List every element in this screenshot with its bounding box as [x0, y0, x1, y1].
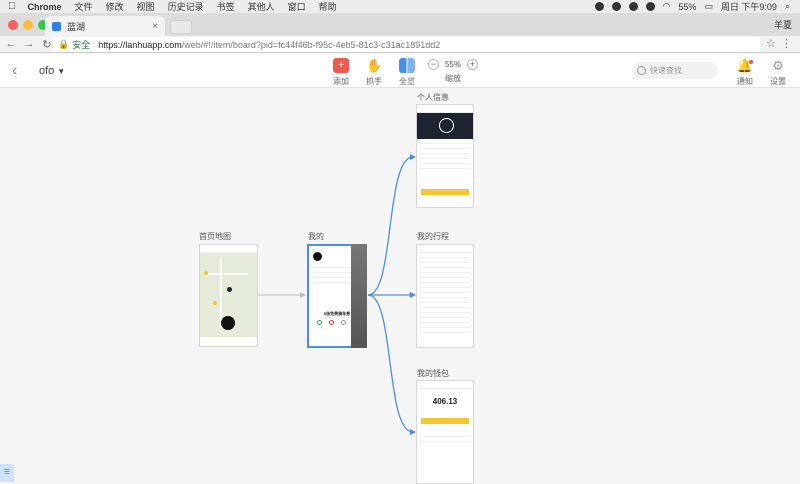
menu-app[interactable]: Chrome — [28, 2, 62, 12]
profile-name[interactable]: 羊夏 — [774, 18, 792, 31]
address-bar[interactable]: 🔒 安全 https://lanhuapp.com /web/#!/item/b… — [52, 37, 760, 52]
quick-search-input[interactable]: 快速查找 — [632, 62, 718, 79]
settings-button[interactable]: ⚙ 设置 — [765, 58, 791, 87]
plus-square-icon: + — [333, 58, 349, 73]
board-label-my-wallet: 我的钱包 — [417, 369, 449, 378]
fit-label: 全览 — [399, 77, 415, 86]
mac-menubar:  Chrome 文件 修改 视图 历史记录 书签 其他人 窗口 帮助 ◠ 55… — [0, 0, 800, 13]
notify-label: 通知 — [737, 77, 753, 86]
menu-history[interactable]: 历史记录 — [168, 0, 204, 13]
tab-title: 蓝湖 — [67, 21, 86, 32]
search-placeholder: 快速查找 — [650, 66, 682, 75]
link-arrowhead — [300, 292, 306, 298]
status-icon[interactable] — [611, 2, 621, 11]
board-label-mine: 我的 — [308, 232, 324, 241]
url-host: https://lanhuapp.com — [98, 39, 182, 50]
browser-tab[interactable]: 蓝湖 × — [45, 16, 165, 36]
mini-yellow-button — [421, 418, 469, 424]
artboard-my-trips[interactable] — [416, 244, 474, 348]
artboard-header — [417, 245, 473, 253]
url-path: /web/#!/item/board?pid=fc44f46b-f95c-4eb… — [181, 39, 441, 50]
secure-label: 安全 — [72, 40, 91, 50]
add-button[interactable]: + 添加 — [326, 58, 356, 87]
zoom-out-button[interactable]: − — [428, 59, 439, 70]
corner-tab[interactable]: ☰ — [0, 464, 14, 482]
apple-icon[interactable]:  — [8, 1, 16, 12]
map-thumbnail — [200, 253, 257, 337]
mini-yellow-button — [421, 189, 469, 195]
connector-layer — [258, 154, 416, 435]
clock[interactable]: 周日 下午9:09 — [721, 0, 777, 13]
project-dropdown[interactable]: ofo ▼ — [39, 65, 65, 77]
board-label-my-trips: 我的行程 — [417, 232, 449, 241]
status-icon[interactable] — [645, 2, 655, 11]
more-menu-icon[interactable]: ⋮ — [781, 37, 792, 50]
artboard-my-wallet[interactable]: 406.13 — [416, 380, 474, 484]
close-tab-icon[interactable]: × — [152, 21, 158, 32]
zoom-label: 缩放 — [445, 74, 461, 83]
link-line — [367, 294, 414, 433]
browser-navbar: ← → ↻ 🔒 安全 https://lanhuapp.com /web/#!/… — [0, 36, 800, 53]
gear-icon: ⚙ — [772, 58, 784, 73]
add-label: 添加 — [333, 77, 349, 86]
artboard-personal-info[interactable] — [416, 104, 474, 208]
hand-label: 抓手 — [366, 77, 382, 86]
search-icon[interactable]: ⌕ — [785, 1, 790, 12]
wifi-icon[interactable]: ◠ — [663, 1, 671, 12]
settings-label: 设置 — [770, 77, 786, 86]
status-area: ◠ 55% ▭ 周日 下午9:09 ⌕ — [587, 0, 800, 13]
forward-arrow-icon[interactable]: → — [22, 38, 36, 50]
close-window-button[interactable] — [8, 20, 18, 30]
menu-bookmarks[interactable]: 书签 — [217, 0, 235, 13]
menu-help[interactable]: 帮助 — [319, 0, 337, 13]
board-label-personal-info: 个人信息 — [417, 93, 449, 102]
wallet-balance: 406.13 — [432, 397, 458, 406]
link-line — [367, 156, 414, 296]
status-icon[interactable] — [594, 2, 604, 11]
bookmark-star-icon[interactable]: ☆ — [766, 37, 776, 50]
zoom-in-button[interactable]: + — [466, 59, 478, 70]
menu-window[interactable]: 窗口 — [288, 0, 306, 13]
caret-down-icon: ▼ — [57, 67, 66, 76]
artboard-overlay-strip — [351, 244, 367, 348]
battery-percent: 55% — [678, 1, 697, 12]
lock-icon: 🔒 — [58, 39, 70, 49]
zoom-value: 55% — [444, 60, 461, 69]
artboard-header — [417, 381, 473, 389]
notification-dot — [749, 60, 753, 64]
status-icon[interactable] — [628, 2, 638, 11]
menu-view[interactable]: 视图 — [137, 0, 155, 13]
tab-strip: 蓝湖 × 羊夏 — [0, 13, 800, 36]
app-toolbar: ‹ ofo ▼ + 添加 ✋ 抓手 全览 − 55% + 缩放 快速查找 🔔 通知… — [0, 54, 800, 88]
minimize-window-button[interactable] — [23, 20, 33, 30]
project-name: ofo — [39, 65, 55, 77]
artboard-header — [200, 245, 257, 253]
lanhu-favicon-icon — [52, 21, 61, 31]
cover-image — [417, 113, 473, 139]
hand-icon: ✋ — [366, 58, 383, 73]
menu-people[interactable]: 其他人 — [248, 0, 275, 13]
menu-edit[interactable]: 修改 — [106, 0, 124, 13]
menu-file[interactable]: 文件 — [75, 0, 93, 13]
search-icon — [637, 66, 646, 75]
battery-icon[interactable]: ▭ — [704, 1, 713, 12]
hand-tool-button[interactable]: ✋ 抓手 — [359, 58, 389, 87]
grid-icon — [399, 58, 415, 73]
fit-view-button[interactable]: 全览 — [392, 58, 422, 87]
board-label-home-map: 首页地图 — [199, 232, 231, 241]
new-tab-button[interactable] — [170, 20, 192, 34]
artboard-header — [417, 105, 473, 113]
back-arrow-icon[interactable]: ← — [4, 38, 18, 50]
bell-icon: 🔔 — [736, 58, 754, 73]
board-canvas[interactable]: 首页地图 我的 5张免费骑车券 个人信息 我的行程 我的钱包 406.13 ☰ — [0, 89, 800, 484]
notify-button[interactable]: 🔔 通知 — [732, 58, 758, 87]
zoom-control: − 55% + 缩放 — [428, 59, 478, 84]
back-chevron-icon[interactable]: ‹ — [12, 62, 17, 80]
artboard-home-map[interactable] — [199, 244, 258, 347]
